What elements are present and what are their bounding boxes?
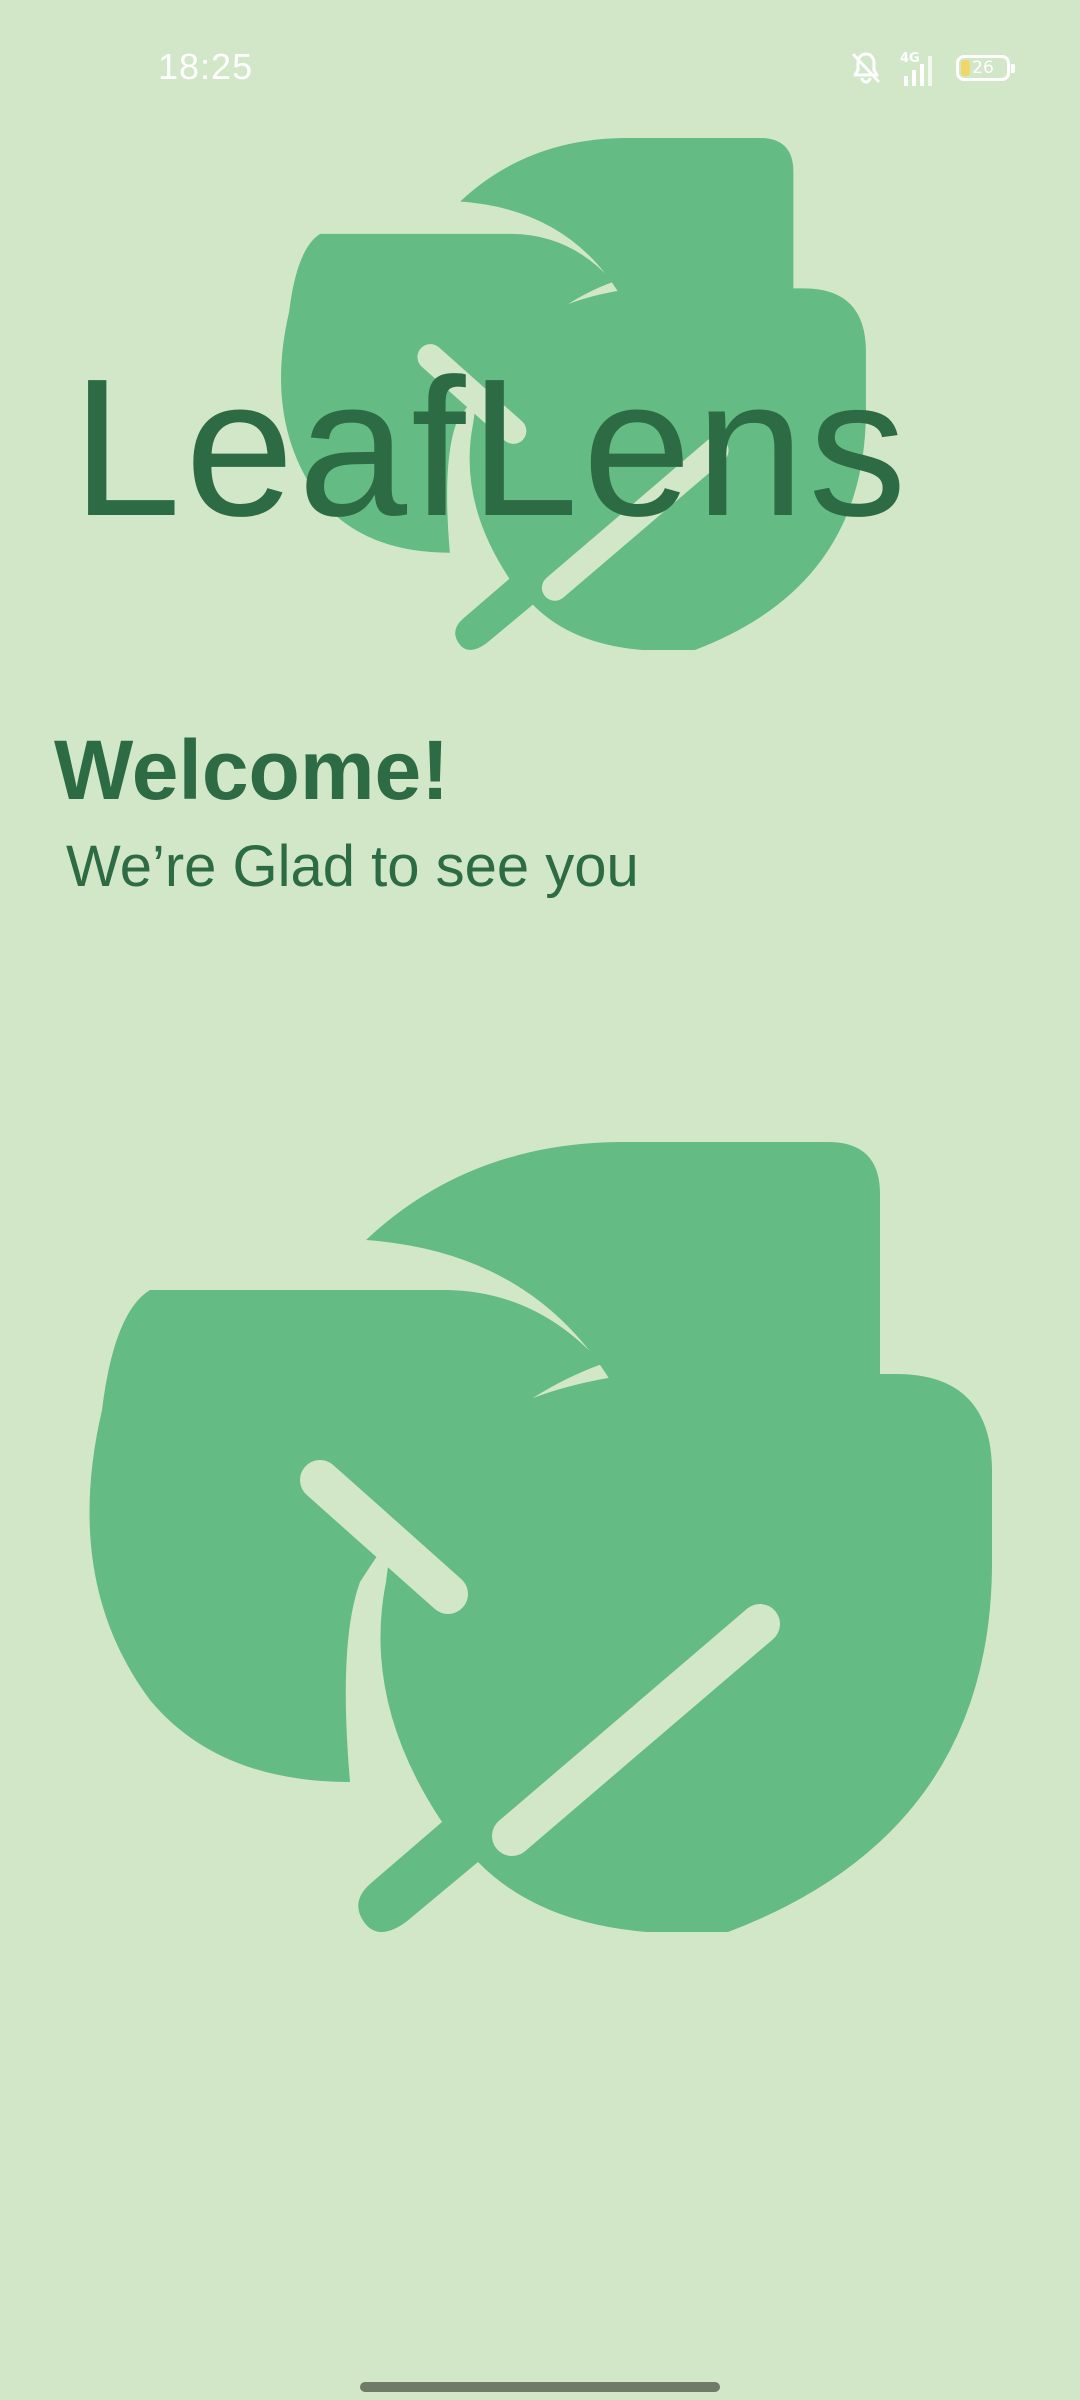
battery-level: 26 [972,58,994,78]
leaves-illustration [89,1142,992,1932]
welcome-title: Welcome! [54,723,450,817]
bell-off-icon [851,52,881,84]
home-indicator[interactable] [360,2382,720,2392]
app-title: LeafLens [72,338,911,557]
status-time: 18:25 [158,46,254,87]
network-type: 4G [900,51,920,66]
battery-fill [961,60,970,76]
battery-icon: 26 [956,55,1015,81]
status-icons: 4G 26 [850,46,1015,90]
signal-icon: 4G [900,51,932,86]
welcome-subtitle: We’re Glad to see you [66,834,639,899]
